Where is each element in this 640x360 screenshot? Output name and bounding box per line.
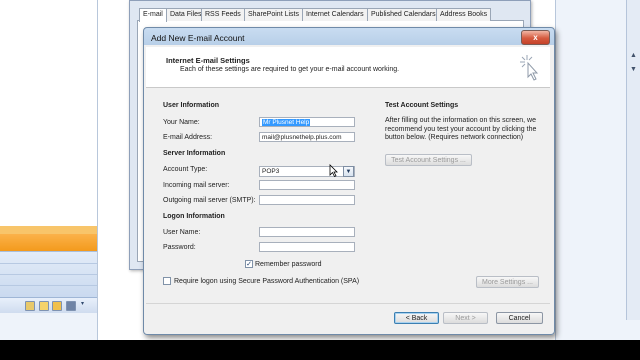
- nav-highlight: [0, 226, 97, 234]
- your-name-label: Your Name:: [163, 119, 200, 126]
- calendar-icon[interactable]: [25, 301, 35, 311]
- incoming-server-input[interactable]: [259, 180, 355, 190]
- back-button[interactable]: < Back: [394, 312, 439, 324]
- test-settings-description: After filling out the information on thi…: [385, 117, 537, 141]
- outgoing-server-label: Outgoing mail server (SMTP):: [163, 197, 256, 204]
- scroll-up-icon[interactable]: ▲: [630, 52, 637, 59]
- remember-password-checkbox[interactable]: ✓: [245, 260, 253, 268]
- nav-selected-button[interactable]: [0, 234, 97, 251]
- outgoing-server-input[interactable]: [259, 195, 355, 205]
- cursor-sparkle-icon: [520, 55, 539, 81]
- user-name-label: User Name:: [163, 229, 201, 236]
- tab-sharepoint-lists[interactable]: SharePoint Lists: [244, 8, 306, 21]
- tab-email[interactable]: E-mail: [139, 8, 167, 22]
- your-name-value: Mr Plusnet Help: [262, 119, 311, 126]
- user-name-input[interactable]: [259, 227, 355, 237]
- tab-rss-feeds[interactable]: RSS Feeds: [201, 8, 245, 21]
- nav-buttons[interactable]: [0, 251, 97, 298]
- shortcut-icon[interactable]: [52, 301, 62, 311]
- tab-published-calendars[interactable]: Published Calendars: [367, 8, 437, 21]
- bottom-bar: [0, 340, 640, 360]
- journal-icon[interactable]: [66, 301, 76, 311]
- nav-footer: [0, 313, 97, 340]
- email-address-input[interactable]: mail@plusnethelp.plus.com: [259, 132, 355, 142]
- mouse-pointer-icon: [329, 164, 338, 177]
- folder-icon[interactable]: [39, 301, 49, 311]
- more-settings-button[interactable]: More Settings ...: [476, 276, 539, 288]
- close-button[interactable]: x: [521, 30, 550, 45]
- folder-list: [0, 0, 97, 226]
- navigation-pane: [0, 0, 98, 340]
- email-address-label: E-mail Address:: [163, 134, 213, 141]
- cancel-button[interactable]: Cancel: [496, 312, 543, 324]
- your-name-input[interactable]: Mr Plusnet Help: [259, 117, 355, 127]
- dialog-title: Add New E-mail Account: [151, 33, 245, 43]
- tab-internet-calendars[interactable]: Internet Calendars: [302, 8, 368, 21]
- user-info-heading: User Information: [163, 102, 220, 109]
- remember-password-label: Remember password: [255, 261, 322, 268]
- account-type-label: Account Type:: [163, 166, 208, 173]
- header-title: Internet E-mail Settings: [166, 56, 250, 65]
- footer-divider: [146, 303, 550, 304]
- test-settings-heading: Test Account Settings: [385, 102, 459, 109]
- test-account-settings-button[interactable]: Test Account Settings ...: [385, 154, 472, 166]
- password-input[interactable]: [259, 242, 355, 252]
- tab-address-books[interactable]: Address Books: [436, 8, 491, 21]
- spa-checkbox[interactable]: [163, 277, 171, 285]
- next-button[interactable]: Next >: [443, 312, 488, 324]
- logon-info-heading: Logon Information: [163, 213, 225, 220]
- scroll-down-icon[interactable]: ▼: [630, 66, 637, 73]
- overflow-icon[interactable]: ▾: [81, 300, 84, 307]
- scrollbar[interactable]: ▲ ▼: [626, 0, 640, 320]
- header-subtitle: Each of these settings are required to g…: [180, 66, 400, 73]
- incoming-server-label: Incoming mail server:: [163, 182, 230, 189]
- spa-label: Require logon using Secure Password Auth…: [174, 278, 360, 285]
- chevron-down-icon[interactable]: ▼: [343, 166, 354, 177]
- password-label: Password:: [163, 244, 196, 251]
- account-type-select[interactable]: POP3: [259, 166, 355, 177]
- tab-data-files[interactable]: Data Files: [166, 8, 203, 21]
- server-info-heading: Server Information: [163, 150, 226, 157]
